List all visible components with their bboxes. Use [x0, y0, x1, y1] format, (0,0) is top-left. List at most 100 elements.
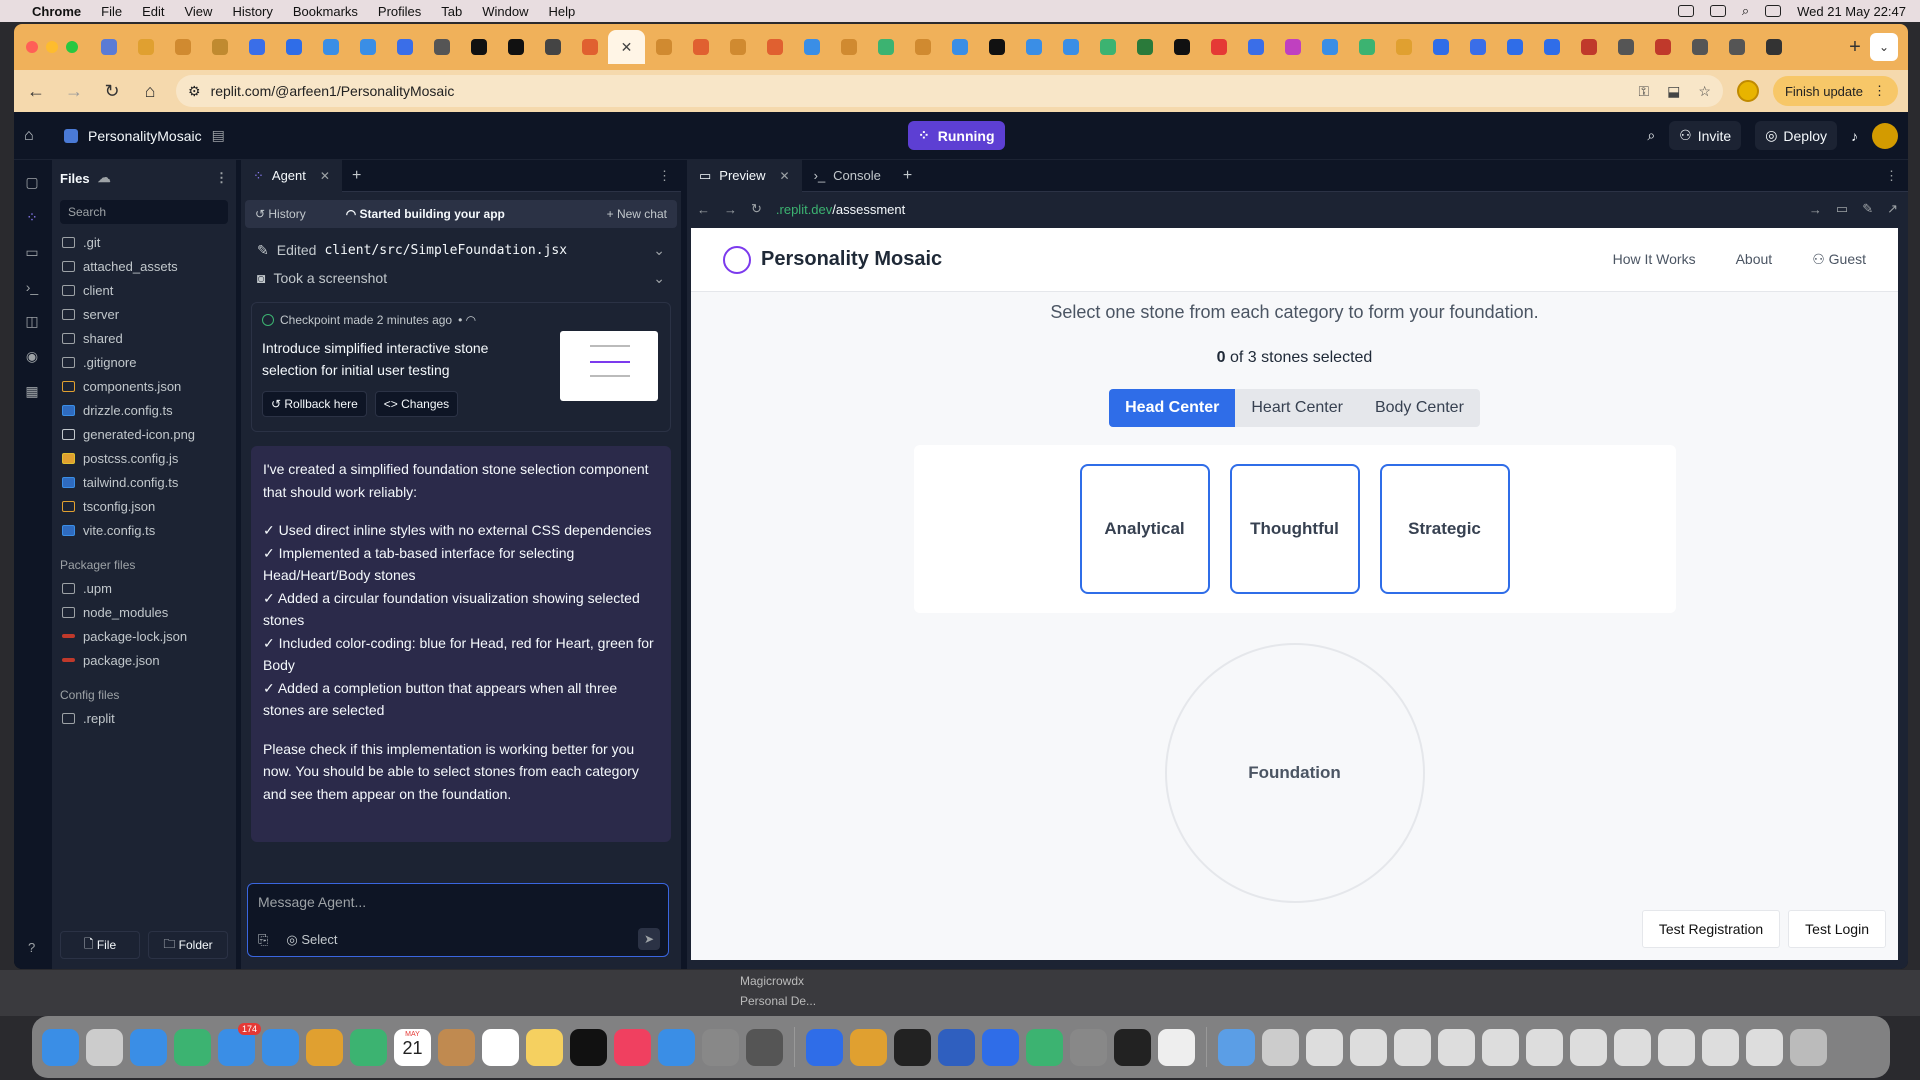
reload-icon[interactable]: ↻ [100, 81, 124, 102]
browser-tab[interactable] [1200, 30, 1237, 64]
menu-profiles[interactable]: Profiles [378, 4, 421, 19]
file-tree-item[interactable]: server [52, 302, 236, 326]
history-button[interactable]: ↺ History [255, 207, 306, 221]
menu-help[interactable]: Help [549, 4, 576, 19]
site-brand[interactable]: Personality Mosaic [723, 245, 942, 274]
profile-avatar[interactable] [1736, 80, 1759, 102]
browser-tab[interactable] [1570, 30, 1607, 64]
browser-tab[interactable] [1533, 30, 1570, 64]
chatgpt-icon[interactable] [1158, 1028, 1195, 1066]
webview-icon[interactable]: ▭ [25, 244, 38, 261]
all-tools-icon[interactable]: ▦ [25, 383, 38, 400]
file-tree-icon[interactable]: ▢ [25, 174, 38, 191]
browser-tab[interactable] [127, 30, 164, 64]
devices-icon[interactable]: ▭ [1836, 201, 1848, 217]
send-icon[interactable]: ➤ [638, 928, 660, 950]
tab-agent[interactable]: ⁘ Agent ✕ [241, 159, 342, 192]
doc-thumb-icon[interactable] [1482, 1028, 1519, 1066]
doc-thumb-icon[interactable] [1438, 1028, 1475, 1066]
browser-tab[interactable] [1015, 30, 1052, 64]
tab-search-button[interactable]: ⌄ [1870, 33, 1898, 61]
browser-tab[interactable] [1089, 30, 1126, 64]
browser-tab[interactable] [867, 30, 904, 64]
browser-tab[interactable] [164, 30, 201, 64]
new-folder-button[interactable]: 🗀 Folder [148, 931, 228, 959]
file-tree-item[interactable]: drizzle.config.ts [52, 398, 236, 422]
changes-button[interactable]: <> Changes [374, 391, 459, 417]
browser-tab[interactable] [1718, 30, 1755, 64]
maximize-window-button[interactable] [66, 41, 78, 53]
doc-thumb-icon[interactable] [1394, 1028, 1431, 1066]
close-tab-icon[interactable]: ✕ [780, 169, 790, 183]
browser-tab[interactable] [941, 30, 978, 64]
stone-strategic[interactable]: Strategic [1379, 464, 1510, 594]
reminders-icon[interactable] [482, 1028, 519, 1066]
browser-tab[interactable] [497, 30, 534, 64]
secrets-icon[interactable]: ◉ [26, 348, 38, 365]
forward-icon[interactable]: → [62, 81, 86, 102]
tab-preview[interactable]: ▭ Preview ✕ [687, 159, 802, 192]
app-store-icon[interactable] [262, 1028, 299, 1066]
browser-tab[interactable] [201, 30, 238, 64]
new-tab-button[interactable]: + [1840, 36, 1870, 59]
new-file-button[interactable]: 🗋 File [60, 931, 140, 959]
browser-tab[interactable] [1348, 30, 1385, 64]
browser-tab[interactable] [1274, 30, 1311, 64]
browser-tab[interactable] [1052, 30, 1089, 64]
browser-tab[interactable] [756, 30, 793, 64]
browser-tab[interactable] [719, 30, 756, 64]
test-registration-button[interactable]: Test Registration [1641, 910, 1781, 948]
doc-thumb-icon[interactable] [1746, 1028, 1783, 1066]
menu-history[interactable]: History [232, 4, 272, 19]
search-icon[interactable]: ⌕ [1647, 127, 1655, 144]
add-tab-icon[interactable]: + [342, 167, 371, 185]
close-tab-icon[interactable]: ✕ [320, 169, 330, 183]
window-icon[interactable] [1262, 1028, 1299, 1066]
browser-tab[interactable] [460, 30, 497, 64]
notifications-bell-icon[interactable]: ♪ [1851, 128, 1858, 144]
browser-tab[interactable] [534, 30, 571, 64]
close-tab-icon[interactable]: ✕ [621, 39, 633, 56]
xcode-store-icon[interactable] [658, 1028, 695, 1066]
forward-icon[interactable]: → [724, 202, 737, 217]
site-info-icon[interactable]: ⚙ [188, 83, 201, 100]
messages-icon[interactable] [174, 1028, 211, 1066]
file-tree-item[interactable]: .replit [52, 706, 236, 730]
test-login-button[interactable]: Test Login [1788, 910, 1886, 948]
browser-tab[interactable] [90, 30, 127, 64]
back-icon[interactable]: ← [24, 81, 48, 102]
file-tree-item[interactable]: generated-icon.png [52, 422, 236, 446]
browser-tab[interactable] [645, 30, 682, 64]
menu-bookmarks[interactable]: Bookmarks [293, 4, 358, 19]
doc-thumb-icon[interactable] [1614, 1028, 1651, 1066]
browser-tab[interactable] [793, 30, 830, 64]
system-settings-icon[interactable] [702, 1028, 739, 1066]
finish-update-button[interactable]: Finish update ⋮ [1772, 76, 1898, 106]
file-tree-item[interactable]: .gitignore [52, 350, 236, 374]
rollback-button[interactable]: ↺ Rollback here [262, 391, 367, 417]
music-icon[interactable] [614, 1028, 651, 1066]
open-arrow-icon[interactable]: → [1809, 202, 1822, 217]
back-icon[interactable]: ← [697, 202, 710, 217]
chevron-down-icon[interactable]: ⌄ [653, 242, 665, 259]
run-status-button[interactable]: ⁘ Running [908, 121, 1005, 150]
nav-how-it-works[interactable]: How It Works [1613, 251, 1696, 268]
attach-icon[interactable]: ⎘ [258, 932, 268, 948]
file-tree-item[interactable]: components.json [52, 374, 236, 398]
menu-app-name[interactable]: Chrome [32, 4, 81, 19]
file-tree-item[interactable]: package-lock.json [52, 624, 236, 648]
chevron-down-icon[interactable]: ⌄ [653, 270, 665, 287]
contacts-icon[interactable] [438, 1028, 475, 1066]
browser-tab[interactable] [1496, 30, 1533, 64]
browser-tab[interactable] [1607, 30, 1644, 64]
message-agent-input[interactable]: Message Agent... [258, 894, 658, 910]
word-icon[interactable] [938, 1028, 975, 1066]
facetime-icon[interactable] [350, 1028, 387, 1066]
files-search-input[interactable]: Search [60, 200, 228, 224]
agent-icon[interactable]: ⁘ [26, 209, 38, 226]
file-tree-item[interactable]: tsconfig.json [52, 494, 236, 518]
pane-more-icon[interactable]: ⋮ [1885, 168, 1908, 184]
file-tree-item[interactable]: .upm [52, 576, 236, 600]
trash-icon[interactable] [1790, 1028, 1827, 1066]
nav-guest[interactable]: ⚇ Guest [1812, 251, 1866, 268]
